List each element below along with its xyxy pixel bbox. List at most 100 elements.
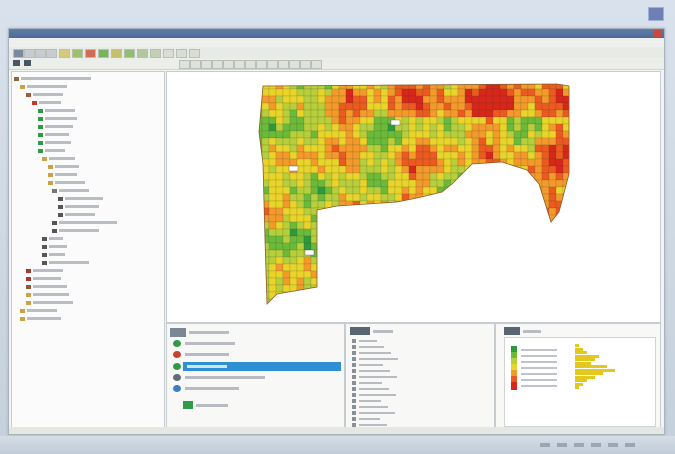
yield-cell [352,270,361,279]
yield-cell [555,263,564,272]
yield-cell [352,130,361,139]
yield-cell [485,207,494,216]
yield-cell [443,277,452,286]
zoom-out-icon[interactable] [190,60,201,69]
yield-cell [268,137,277,146]
yield-cell [520,270,529,279]
zoom-in-icon[interactable] [179,60,190,69]
yield-cell [373,193,382,202]
yield-cell [541,214,550,223]
yield-cell [423,306,430,313]
yield-cell [366,298,375,304]
yield-cell [464,102,473,111]
selected-layer-row[interactable] [183,362,341,371]
yield-cell [499,277,508,286]
map-marker[interactable] [304,249,315,256]
list-item-label [359,412,395,414]
toolbar-button[interactable] [98,49,109,58]
yield-cell [261,123,270,132]
yield-cell [541,221,550,230]
yield-cell [520,298,529,304]
close-icon[interactable] [654,30,662,37]
toolbar-button[interactable] [137,49,148,58]
toolbar-button[interactable] [163,49,174,58]
layer-icon[interactable] [245,60,256,69]
back-icon[interactable] [13,60,20,66]
folder-icon [42,237,47,241]
list-header-icon [350,327,370,335]
yield-cell [415,109,424,118]
measure-icon[interactable] [234,60,245,69]
yield-cell [555,270,564,279]
yield-cell [443,95,452,104]
yield-map-panel[interactable] [166,71,661,323]
print-icon[interactable] [256,60,267,69]
map-toolbar [9,58,664,70]
identify-icon[interactable] [223,60,234,69]
yield-cell [570,82,577,89]
toolbar-button[interactable] [311,60,322,69]
yield-cell [471,102,480,111]
yield-cell [541,235,550,244]
toolbar-button[interactable] [111,49,122,58]
map-marker[interactable] [288,165,299,172]
yield-map[interactable] [167,72,660,322]
yield-cell [380,200,389,209]
toolbar-button[interactable] [35,49,46,58]
yield-cell [380,249,389,258]
yield-cell [296,102,305,111]
toolbar-button[interactable] [59,49,70,58]
toolbar-button[interactable] [278,60,289,69]
toolbar-button[interactable] [24,49,35,58]
yield-cell [373,137,382,146]
yield-cell [331,235,340,244]
yield-cell [387,179,396,188]
yield-cell [331,130,340,139]
yield-cell [478,214,487,223]
toolbar-button[interactable] [300,60,311,69]
yield-cell [443,88,452,97]
toolbar-button[interactable] [72,49,83,58]
toolbar-button[interactable] [85,49,96,58]
yield-cell [366,291,375,300]
minimize-icon[interactable] [648,7,664,21]
yield-cell [534,172,543,181]
toolbar-button[interactable] [13,49,24,58]
select-icon[interactable] [212,60,223,69]
yield-cell [282,88,291,97]
yield-cell [499,270,508,279]
yield-cell [436,235,445,244]
pan-icon[interactable] [201,60,212,69]
toolbar-button[interactable] [124,49,135,58]
tray-icon[interactable] [608,443,618,447]
yield-cell [380,228,389,237]
yield-cell [331,95,340,104]
toolbar-button[interactable] [289,60,300,69]
selected-layer-label [187,365,227,368]
yield-cell [338,207,347,216]
yield-cell [366,95,375,104]
yield-cell [492,172,501,181]
yield-cell [401,116,410,125]
yield-cell [303,88,312,97]
toolbar-button[interactable] [46,49,57,58]
toolbar-button[interactable] [150,49,161,58]
yield-cell [443,263,452,272]
tray-icon[interactable] [591,443,601,447]
tray-icon[interactable] [625,443,635,447]
toolbar-button[interactable] [176,49,187,58]
yield-cell [373,151,382,160]
yield-cell [289,214,298,223]
forward-icon[interactable] [24,60,31,66]
tray-icon[interactable] [574,443,584,447]
tray-icon[interactable] [557,443,567,447]
toolbar-button[interactable] [189,49,200,58]
export-icon[interactable] [267,60,278,69]
yield-cell [289,151,298,160]
map-marker[interactable] [390,119,401,126]
yield-cell [485,88,494,97]
yield-cell [471,130,480,139]
yield-cell [387,277,396,286]
tray-icon[interactable] [540,443,550,447]
yield-cell [443,158,452,167]
